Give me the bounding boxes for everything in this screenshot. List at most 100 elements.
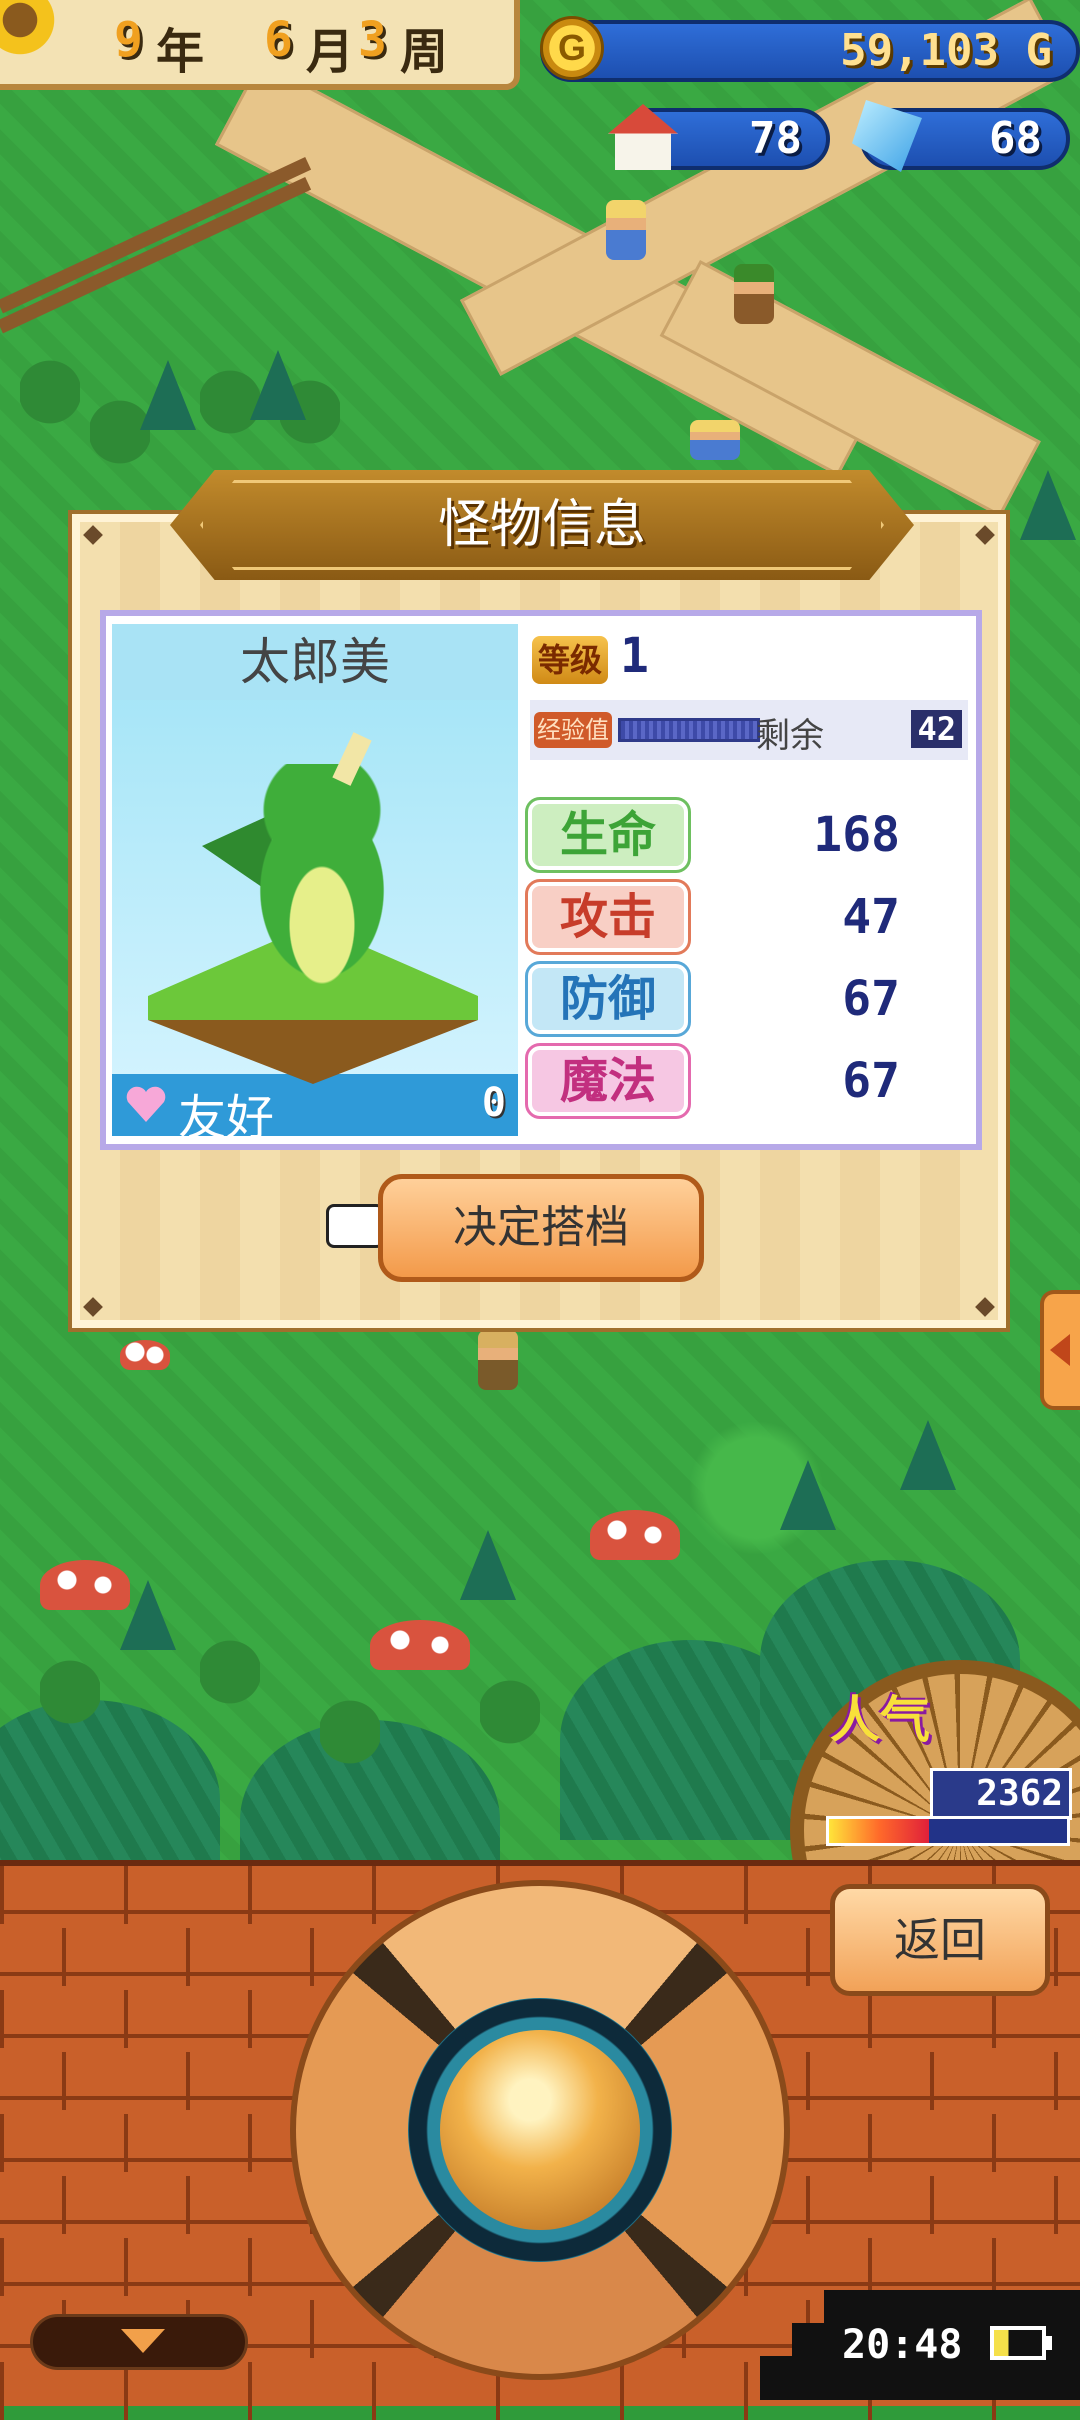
merchant-sprite[interactable]: [690, 420, 740, 460]
brick-joint: [1054, 2052, 1058, 2110]
brick-joint: [1054, 1928, 1058, 1986]
heart-icon: [126, 1086, 166, 1122]
stat-attack-label: 攻击: [525, 879, 691, 955]
brick-joint: [868, 2114, 872, 2172]
brick-joint: [124, 2238, 128, 2296]
brick-joint: [310, 1928, 314, 1986]
experience-bar: [618, 718, 760, 742]
month-number: 6: [264, 12, 293, 68]
bush: [20, 360, 80, 440]
battery-tip: [1046, 2336, 1052, 2350]
date-panel: 9 年 6 月 3 周: [0, 0, 520, 90]
stat-attack-value: 47: [842, 889, 900, 945]
experience-label: 经验值: [534, 712, 612, 748]
stat-hp-value: 168: [813, 807, 900, 863]
collapse-button[interactable]: [30, 2314, 248, 2370]
bush: [40, 1660, 100, 1740]
brick-joint: [248, 2114, 252, 2172]
brick-joint: [992, 2114, 996, 2172]
friendship-value: 0: [481, 1080, 506, 1126]
brick-joint: [248, 1990, 252, 2048]
brick-joint: [0, 2238, 4, 2296]
pine-tree: [780, 1460, 836, 1530]
brick-joint: [1054, 2176, 1058, 2234]
brick-joint: [992, 2238, 996, 2296]
bush: [320, 1700, 380, 1780]
brick-joint: [930, 2052, 934, 2110]
brick-joint: [62, 2052, 66, 2110]
battery-icon: [990, 2326, 1046, 2360]
brick-joint: [124, 1866, 128, 1924]
level-label: 等级: [532, 636, 608, 684]
bush: [200, 1640, 260, 1720]
pine-tree: [460, 1530, 516, 1600]
chevron-left-icon: [1050, 1334, 1070, 1366]
stat-magic-value: 67: [842, 1053, 900, 1109]
stat-defense-label: 防御: [525, 961, 691, 1037]
monster-name: 太郎美: [112, 624, 518, 700]
wizard-sprite[interactable]: [478, 1330, 518, 1390]
friendship-row: 友好 0: [112, 1074, 518, 1136]
monster-portrait: 太郎美 友好 0: [112, 624, 518, 1136]
brick-joint: [310, 2300, 314, 2358]
level-value: 1: [620, 628, 649, 684]
brick-joint: [868, 2238, 872, 2296]
pine-tree: [250, 350, 306, 420]
stat-hp-label: 生命: [525, 797, 691, 873]
gold-counter: 59,103 G: [540, 20, 1080, 82]
experience-remaining-label: 剩余: [756, 716, 824, 756]
year-number: 9: [114, 12, 143, 68]
hero-sprite[interactable]: [606, 200, 646, 260]
week-unit: 周: [400, 24, 449, 80]
pine-tree: [1020, 470, 1076, 540]
brick-joint: [248, 1866, 252, 1924]
brick-joint: [0, 1990, 4, 2048]
mushroom: [120, 1340, 170, 1370]
brick-joint: [186, 2176, 190, 2234]
gold-coin-icon: G: [540, 16, 604, 80]
brick-joint: [0, 2362, 4, 2420]
mushroom: [370, 1620, 470, 1670]
mushroom: [590, 1510, 680, 1560]
brick-joint: [248, 2238, 252, 2296]
back-button[interactable]: 返回: [830, 1884, 1050, 1996]
brick-joint: [372, 2362, 376, 2420]
action-button[interactable]: [440, 2030, 640, 2230]
chevron-down-icon: [121, 2329, 165, 2353]
experience-bar-fill: [621, 721, 757, 739]
side-menu-tab[interactable]: [1040, 1290, 1080, 1410]
brick-joint: [0, 1866, 4, 1924]
adventurer-sprite[interactable]: [734, 264, 774, 324]
pine-tree: [900, 1420, 956, 1490]
brick-joint: [806, 1928, 810, 1986]
stat-magic-label: 魔法: [525, 1043, 691, 1119]
stat-defense-value: 67: [842, 971, 900, 1027]
week-number: 3: [358, 12, 387, 68]
popularity-bar: [826, 1816, 1070, 1846]
brick-joint: [620, 2362, 624, 2420]
popularity-label: 人气: [830, 1691, 930, 1749]
experience-row: 经验值 剩余 42: [530, 700, 968, 760]
year-unit: 年: [156, 24, 205, 80]
dialog-title: 怪物信息: [437, 495, 646, 555]
corner-stud: [83, 1297, 103, 1317]
brick-joint: [124, 2362, 128, 2420]
brick-joint: [124, 1990, 128, 2048]
confirm-partner-button[interactable]: 决定搭档: [378, 1174, 704, 1282]
corner-stud: [975, 1297, 995, 1317]
brick-joint: [0, 2114, 4, 2172]
brick-joint: [992, 1990, 996, 2048]
mushroom: [40, 1560, 130, 1610]
brick-joint: [62, 2176, 66, 2234]
popularity-bar-fill: [829, 1819, 929, 1843]
popularity-value: 2362: [930, 1768, 1072, 1820]
wooden-fence: [0, 176, 312, 334]
dragon-monster: [232, 764, 412, 994]
brick-joint: [806, 2176, 810, 2234]
brick-joint: [744, 1866, 748, 1924]
brick-joint: [744, 2362, 748, 2420]
brick-joint: [806, 2052, 810, 2110]
brick-joint: [868, 1990, 872, 2048]
experience-remaining-value: 42: [911, 710, 962, 748]
brick-joint: [124, 2114, 128, 2172]
